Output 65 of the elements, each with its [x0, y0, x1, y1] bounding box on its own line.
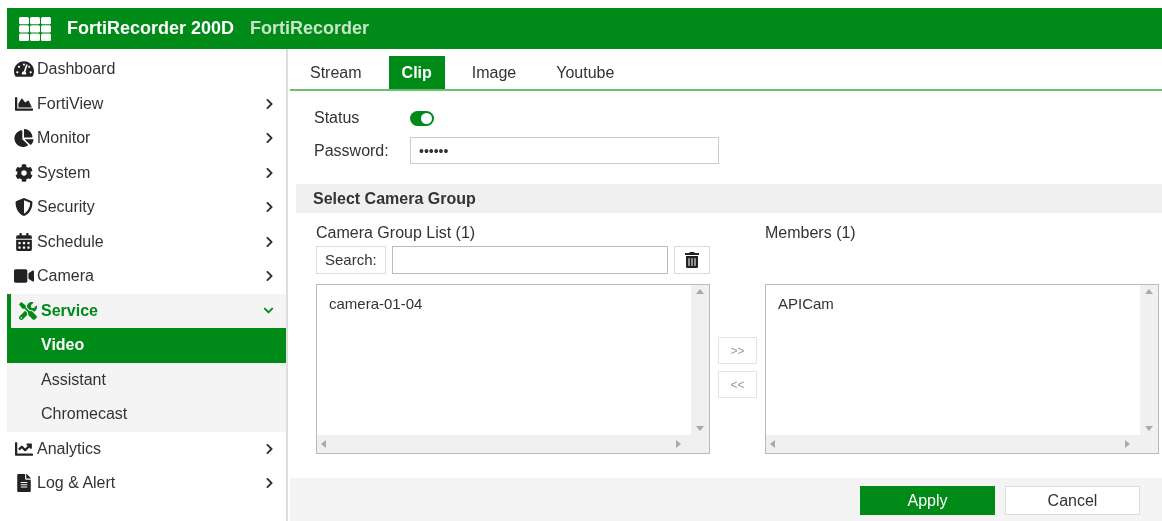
sidebar-item[interactable]: Log & Alert	[7, 466, 286, 501]
list-label: Camera Group List (1)	[316, 223, 477, 243]
scroll-right-icon[interactable]	[676, 440, 681, 448]
vertical-scrollbar[interactable]	[691, 285, 709, 435]
chevron-right-icon	[265, 132, 274, 145]
sidebar-item[interactable]: System	[7, 155, 286, 190]
shield-icon	[14, 198, 34, 217]
list-item[interactable]: APICam	[774, 293, 1132, 316]
list-label: Members (1)	[765, 223, 857, 243]
tab[interactable]: Stream	[297, 56, 375, 89]
chevron-right-icon	[265, 97, 274, 110]
chevron-right-icon	[265, 201, 274, 214]
sidebar-item[interactable]: Schedule	[7, 224, 286, 259]
chevron-right-icon	[265, 235, 274, 248]
video-camera-icon	[14, 267, 34, 286]
chevron-right-icon	[265, 442, 274, 455]
chevron-right-icon	[265, 166, 274, 179]
sidebar-item[interactable]: Service	[7, 293, 286, 328]
chevron-right-icon	[265, 270, 274, 283]
status-toggle[interactable]	[410, 110, 434, 126]
vertical-scrollbar[interactable]	[1140, 285, 1158, 435]
delete-button[interactable]	[674, 246, 710, 274]
search-field[interactable]	[391, 246, 669, 274]
tools-icon	[18, 301, 38, 320]
cancel-button[interactable]: Cancel	[1005, 486, 1140, 515]
line-chart-icon	[14, 439, 34, 458]
document-icon	[14, 474, 34, 493]
password-field[interactable]: ••••••	[410, 137, 719, 164]
horizontal-scrollbar[interactable]	[766, 435, 1158, 453]
pie-chart-icon	[14, 129, 34, 148]
list-item[interactable]: camera-01-04	[325, 293, 683, 316]
section-header: Select Camera Group	[296, 184, 1162, 213]
sidebar-subitem[interactable]: Chromecast	[7, 397, 286, 432]
logo-icon	[19, 16, 51, 41]
gear-icon	[14, 163, 34, 182]
scroll-up-icon[interactable]	[696, 289, 704, 294]
scroll-up-icon[interactable]	[1145, 289, 1153, 294]
apply-button[interactable]: Apply	[860, 486, 995, 515]
sidebar-subitem[interactable]: Assistant	[7, 362, 286, 397]
field-label: Status	[314, 108, 361, 128]
area-chart-icon	[14, 94, 34, 113]
sidebar-item[interactable]: Dashboard	[7, 52, 286, 87]
hostname: FortiRecorder	[250, 17, 370, 40]
scroll-right-icon[interactable]	[1125, 440, 1130, 448]
tab[interactable]: Clip	[388, 56, 445, 89]
tab[interactable]: Youtube	[543, 56, 628, 89]
scroll-down-icon[interactable]	[1145, 426, 1153, 431]
trash-icon	[685, 252, 700, 268]
chevron-right-icon	[265, 477, 274, 490]
sidebar-subitem[interactable]: Video	[7, 328, 286, 363]
field-label: Password:	[314, 140, 390, 161]
scroll-left-icon[interactable]	[770, 440, 775, 448]
search-label: Search:	[316, 246, 386, 274]
sidebar-item[interactable]: Monitor	[7, 121, 286, 156]
scroll-down-icon[interactable]	[696, 426, 704, 431]
sidebar-item[interactable]: Camera	[7, 259, 286, 294]
sidebar-item[interactable]: FortiView	[7, 86, 286, 121]
scroll-left-icon[interactable]	[321, 440, 326, 448]
horizontal-scrollbar[interactable]	[317, 435, 709, 453]
product-name: FortiRecorder 200D	[67, 17, 235, 40]
sidebar-item[interactable]: Analytics	[7, 431, 286, 466]
calendar-icon	[14, 232, 34, 251]
gauge-icon	[14, 60, 34, 79]
tab[interactable]: Image	[458, 56, 530, 89]
sidebar-item[interactable]: Security	[7, 190, 286, 225]
